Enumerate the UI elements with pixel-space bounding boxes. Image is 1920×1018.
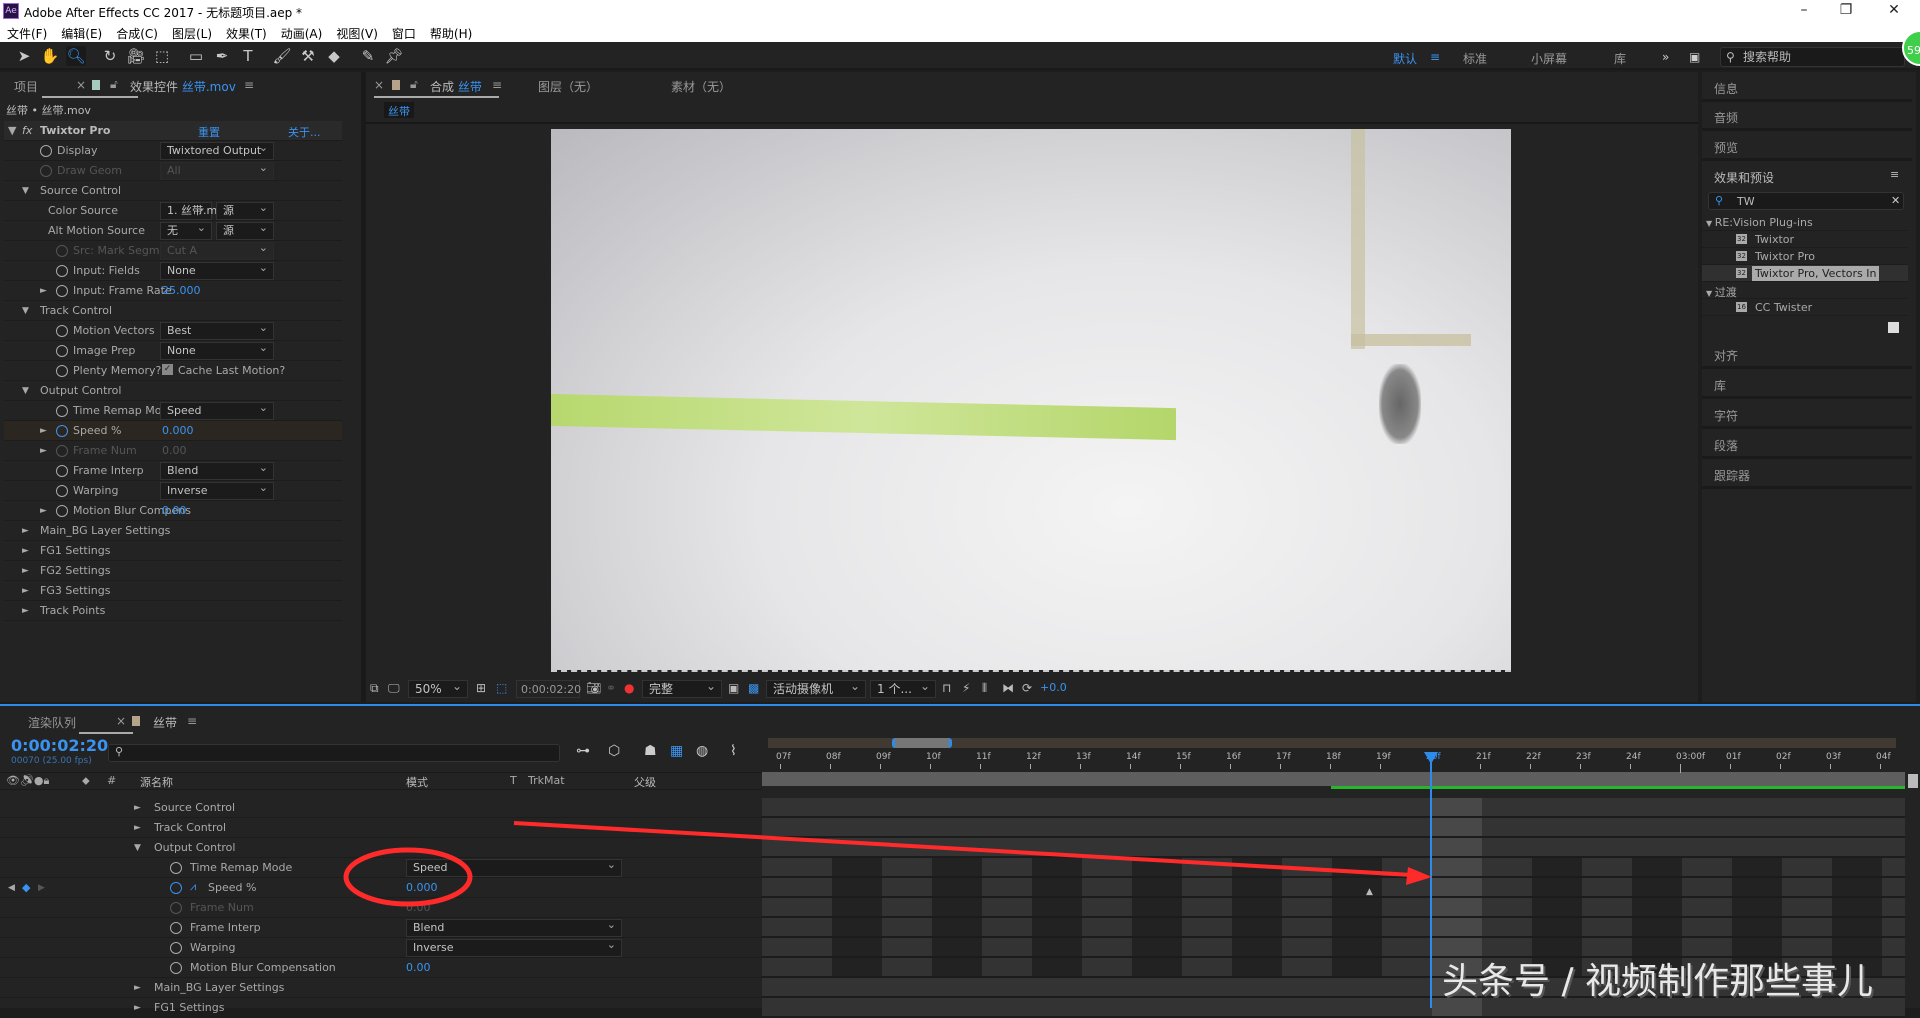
annotation-arrow (513, 821, 1413, 877)
annotation-overlay (343, 821, 1432, 907)
annotation-arrowhead (1406, 867, 1432, 885)
annotation-ellipse (343, 847, 473, 907)
watermark: 头条号 / 视频制作那些事儿 (1442, 961, 1874, 1002)
